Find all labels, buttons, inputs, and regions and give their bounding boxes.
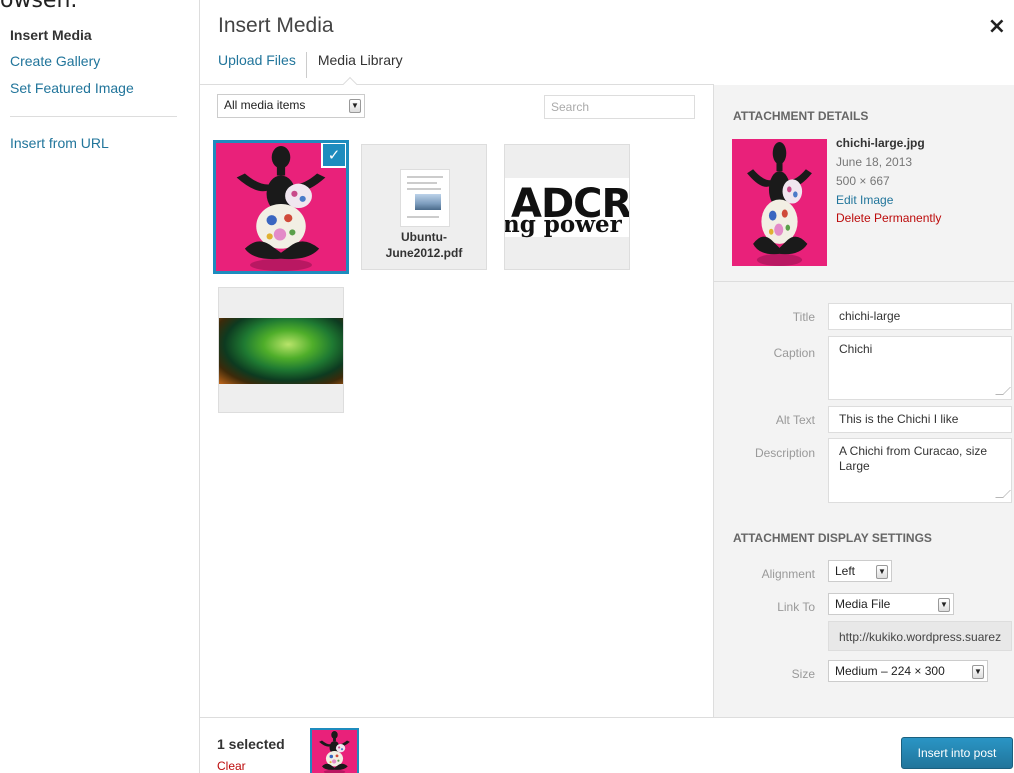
modal-title: Insert Media (218, 14, 334, 37)
menu-item-insert-media[interactable]: Insert Media (10, 27, 92, 43)
alignment-select[interactable]: Left ▼ (828, 560, 892, 582)
attachment-pdf[interactable]: Ubuntu- June2012.pdf (361, 144, 487, 270)
resize-handle-icon[interactable] (995, 387, 1011, 395)
upload-date: June 18, 2013 (836, 155, 913, 169)
attachment-details-sidebar: ATTACHMENT DETAILS chichi-large.jpg June… (713, 85, 1014, 717)
caption-field[interactable]: Chichi (828, 336, 1012, 400)
link-url-field[interactable]: http://kukiko.wordpress.suarez (828, 621, 1012, 651)
active-tab-notch (342, 76, 358, 92)
tab-media-library[interactable]: Media Library (305, 52, 413, 78)
menu-divider (10, 116, 177, 117)
attachment-details-heading: ATTACHMENT DETAILS (733, 109, 869, 123)
clear-selection-link[interactable]: Clear (217, 759, 246, 773)
logo-text-small: ng power sol (504, 211, 629, 238)
media-toolbar: 1 selected Clear Insert into post (200, 717, 1014, 773)
resize-handle-icon[interactable] (995, 490, 1011, 498)
dropdown-arrow-icon: ▼ (972, 665, 984, 679)
size-label: Size (791, 667, 815, 681)
dropdown-arrow-icon: ▼ (876, 565, 888, 579)
menu-item-set-featured-image[interactable]: Set Featured Image (10, 80, 134, 96)
document-icon (400, 169, 450, 227)
check-icon[interactable]: ✓ (321, 143, 346, 168)
title-field[interactable]: chichi-large (828, 303, 1012, 330)
alt-text-field[interactable]: This is the Chichi I like (828, 406, 1012, 433)
tab-divider (200, 84, 714, 85)
media-modal-menu: Insert Media Create Gallery Set Featured… (0, 0, 199, 773)
green-bokeh-image (219, 318, 343, 384)
menu-item-create-gallery[interactable]: Create Gallery (10, 53, 100, 69)
image-dimensions: 500 × 667 (836, 174, 890, 188)
caption-label: Caption (773, 346, 815, 360)
alignment-label: Alignment (761, 567, 815, 581)
dropdown-arrow-icon: ▼ (938, 598, 950, 612)
edit-image-link[interactable]: Edit Image (836, 193, 893, 207)
media-filter-select[interactable]: All media items ▼ (217, 94, 365, 118)
insert-media-modal: Insert Media × Upload Files Media Librar… (199, 0, 1014, 773)
dropdown-arrow-icon: ▼ (349, 99, 361, 113)
details-thumbnail (732, 139, 827, 266)
description-field[interactable]: A Chichi from Curacao, size Large (828, 438, 1012, 503)
attachment-filename: Ubuntu- June2012.pdf (385, 230, 463, 260)
file-name: chichi-large.jpg (836, 136, 925, 150)
link-to-label: Link To (777, 600, 815, 614)
close-icon[interactable]: × (988, 14, 1006, 39)
delete-permanently-link[interactable]: Delete Permanently (836, 211, 941, 225)
display-settings-heading: ATTACHMENT DISPLAY SETTINGS (733, 531, 932, 545)
attachment-green-image[interactable] (218, 287, 344, 413)
description-label: Description (754, 446, 815, 460)
menu-item-insert-from-url[interactable]: Insert from URL (10, 135, 109, 151)
router-tabs: Upload Files Media Library (218, 52, 413, 78)
tab-upload-files[interactable]: Upload Files (218, 52, 306, 68)
selection-count: 1 selected (217, 736, 285, 752)
selection-thumbnail[interactable] (310, 728, 359, 773)
alt-text-label: Alt Text (775, 413, 815, 427)
insert-into-post-button[interactable]: Insert into post (901, 737, 1013, 769)
search-input[interactable] (544, 95, 695, 119)
size-select[interactable]: Medium – 224 × 300 ▼ (828, 660, 988, 682)
attachment-chichi[interactable]: ✓ (213, 140, 349, 274)
title-label: Title (792, 310, 815, 324)
attachment-logo-image[interactable]: ADCR ng power sol (504, 144, 630, 270)
link-to-select[interactable]: Media File ▼ (828, 593, 954, 615)
media-filter-value: All media items (224, 98, 306, 112)
sidebar-divider (714, 281, 1014, 282)
